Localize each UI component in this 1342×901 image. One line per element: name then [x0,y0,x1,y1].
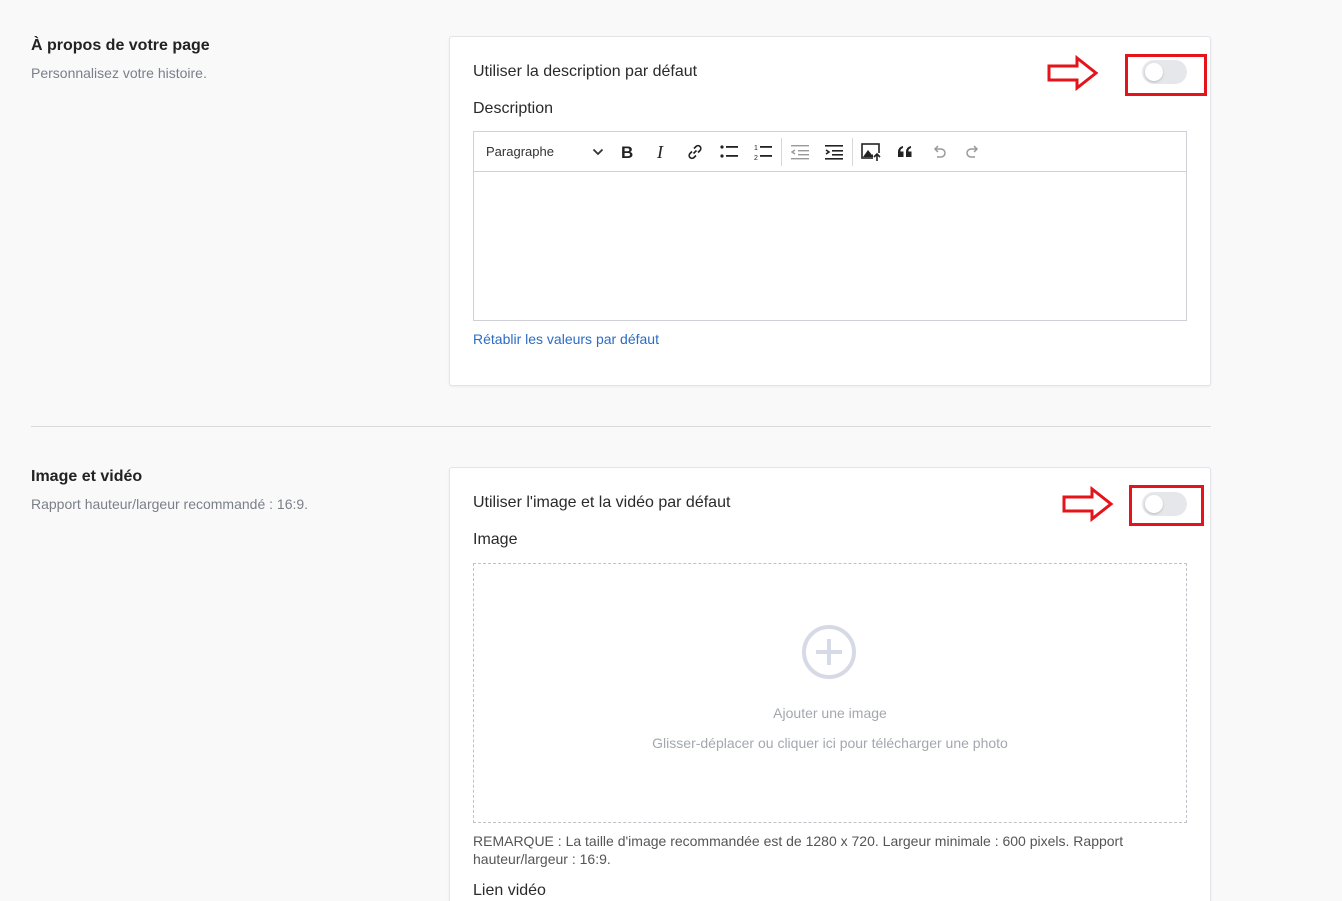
media-section-subtitle: Rapport hauteur/largeur recommandé : 16:… [31,496,309,512]
reset-defaults-link[interactable]: Rétablir les valeurs par défaut [473,331,659,347]
image-size-note: REMARQUE : La taille d'image recommandée… [473,833,1124,867]
undo-button[interactable] [922,137,956,167]
paragraph-format-select[interactable]: Paragraphe [486,144,610,159]
bulleted-list-icon [720,144,738,158]
chevron-down-icon [592,148,604,155]
toolbar-divider [781,137,782,166]
indent-button[interactable] [817,137,851,167]
description-editor-area[interactable] [474,172,1186,320]
indent-icon [825,144,843,160]
image-label: Image [473,531,518,548]
blockquote-button[interactable] [888,137,922,167]
editor-toolbar: Paragraphe B I 1 2 [474,132,1186,172]
link-button[interactable] [678,137,712,167]
image-dropzone[interactable]: Ajouter une image Glisser-déplacer ou cl… [473,563,1187,823]
annotation-arrow-icon [1047,55,1099,91]
svg-text:B: B [621,143,633,161]
redo-icon [966,144,979,158]
italic-button[interactable]: I [644,137,678,167]
about-section-title: À propos de votre page [31,37,210,54]
default-media-toggle-label: Utiliser l'image et la vidéo par défaut [473,494,731,511]
rich-text-editor: Paragraphe B I 1 2 [473,131,1187,321]
blockquote-icon [898,145,912,157]
add-circle-icon [802,625,856,679]
dropzone-hint: Glisser-déplacer ou cliquer ici pour tél… [652,735,1008,751]
outdent-icon [790,144,809,159]
svg-text:I: I [656,143,664,161]
outdent-button[interactable] [783,137,817,167]
annotation-arrow-icon [1062,486,1114,522]
default-description-toggle[interactable] [1142,60,1187,84]
link-icon [688,144,702,159]
numbered-list-button[interactable]: 1 2 [746,137,780,167]
video-link-label: Lien vidéo [473,882,546,899]
media-section-title: Image et vidéo [31,468,143,485]
dropzone-title: Ajouter une image [773,705,887,721]
insert-image-button[interactable] [854,137,888,167]
numbered-list-icon: 1 2 [754,145,772,161]
bulleted-list-button[interactable] [712,137,746,167]
media-card: Utiliser l'image et la vidéo par défaut … [449,467,1211,901]
redo-button[interactable] [956,137,990,167]
bold-icon: B [621,143,633,161]
undo-icon [933,144,946,158]
toggle-knob [1145,495,1163,513]
paragraph-format-value: Paragraphe [486,144,554,159]
italic-icon: I [656,143,664,161]
about-card: Utiliser la description par défaut Descr… [449,36,1211,386]
bold-button[interactable]: B [610,137,644,167]
svg-text:2: 2 [754,155,758,161]
section-divider [31,426,1211,427]
insert-image-icon [861,142,881,162]
description-label: Description [473,100,554,117]
toolbar-divider [852,137,853,166]
toggle-knob [1145,63,1163,81]
default-description-toggle-label: Utiliser la description par défaut [473,63,698,80]
svg-text:1: 1 [754,145,758,152]
about-section-subtitle: Personnalisez votre histoire. [31,65,207,81]
default-media-toggle[interactable] [1142,492,1187,516]
